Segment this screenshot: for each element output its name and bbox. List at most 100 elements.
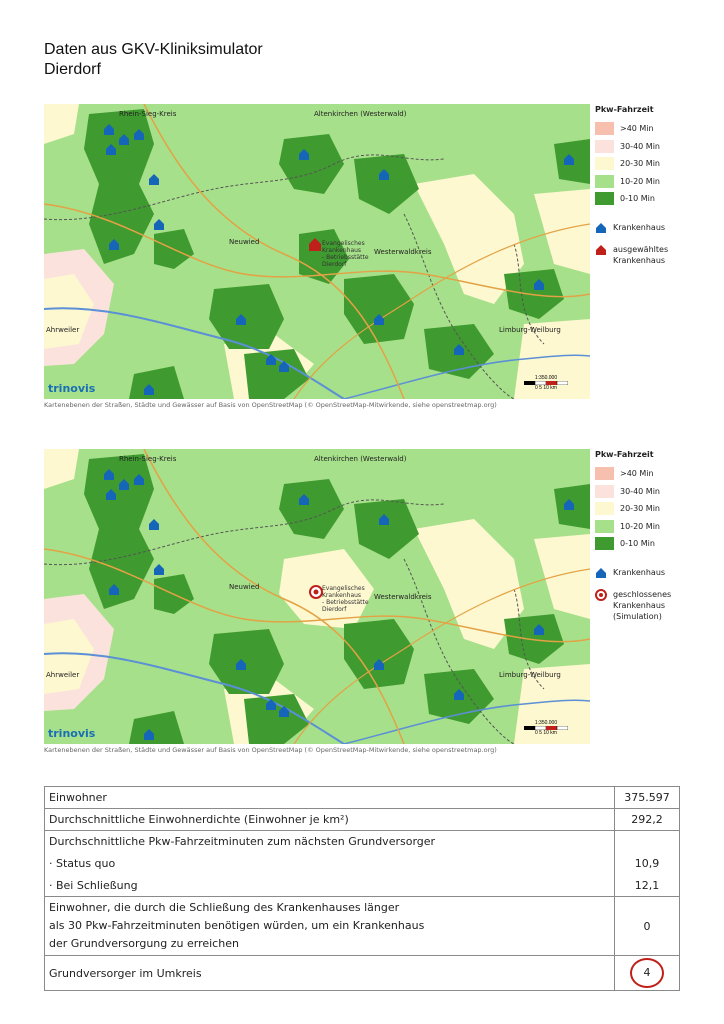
selected-hospital-icon: [596, 244, 606, 255]
legend-hospital-label: Krankenhaus: [613, 567, 666, 577]
closed-hospital-icon: [595, 588, 607, 601]
table-row: · Bei Schließung 12,1: [44, 874, 680, 897]
hospital-icon: [596, 222, 606, 233]
svg-text:Krankenhaus: Krankenhaus: [322, 247, 361, 254]
svg-text:Limburg-Weilburg: Limburg-Weilburg: [499, 326, 561, 334]
legend-swatch: [595, 484, 614, 498]
legend-swatch: [595, 139, 614, 153]
legend-row: 20-30 Min: [595, 155, 720, 173]
table-row: Grundversorger im Umkreis 4: [44, 955, 680, 991]
svg-text:Krankenhaus: Krankenhaus: [322, 592, 361, 599]
closure-label: · Bei Schließung: [44, 874, 615, 897]
legend-hospital-label: Krankenhaus: [613, 222, 666, 232]
legend-label: 20-30 Min: [620, 504, 660, 514]
legend-row: 20-30 Min: [595, 500, 720, 518]
svg-text:Altenkirchen (Westerwald): Altenkirchen (Westerwald): [314, 110, 407, 118]
title-line-2: Dierdorf: [44, 61, 101, 78]
svg-text:Neuwied: Neuwied: [229, 583, 259, 591]
radius-value-cell: 4: [614, 955, 680, 991]
legend-title: Pkw-Fahrzeit: [595, 450, 654, 459]
legend-swatch: [595, 192, 614, 206]
legend-row: 10-20 Min: [595, 518, 720, 536]
page-title: Daten aus GKV-Kliniksimulator Dierdorf: [44, 40, 263, 80]
legend-row: 10-20 Min: [595, 173, 720, 191]
trinovis-logo: trinovis: [48, 727, 96, 740]
density-label: Durchschnittliche Einwohnerdichte (Einwo…: [44, 808, 615, 831]
svg-text:Neuwied: Neuwied: [229, 238, 259, 246]
table-row: · Status quo 10,9: [44, 852, 680, 875]
scale-ticks: 0 5 10 km: [535, 385, 557, 391]
hospital-icon: [596, 567, 606, 578]
map-credit-2: Kartenebenen der Straßen, Städte und Gew…: [44, 746, 497, 754]
svg-text:- Betriebsstätte: - Betriebsstätte: [322, 599, 369, 606]
legend-label: 30-40 Min: [620, 141, 660, 151]
longer-travel-line-3: der Grundversorgung zu erreichen: [49, 937, 239, 950]
legend-row: 30-40 Min: [595, 138, 720, 156]
radius-label: Grundversorger im Umkreis: [44, 955, 615, 991]
status-quo-label: · Status quo: [44, 852, 615, 875]
svg-text:Dierdorf: Dierdorf: [322, 261, 347, 268]
drive-time-value-empty: [614, 830, 680, 853]
legend-swatch: [595, 502, 614, 516]
legend-label: 30-40 Min: [620, 486, 660, 496]
legend-label: >40 Min: [620, 124, 654, 134]
table-row: Durchschnittliche Pkw-Fahrzeitminuten zu…: [44, 830, 680, 853]
scale-bar: 1:350.000 0 5 10 km: [524, 375, 568, 391]
legend-row: 0-10 Min: [595, 190, 720, 208]
scale-bar: 1:350.000 0 5 10 km: [524, 720, 568, 736]
legend-row: >40 Min: [595, 120, 720, 138]
svg-text:Ahrweiler: Ahrweiler: [46, 671, 79, 679]
closure-value: 12,1: [614, 874, 680, 897]
svg-text:Rhein-Sieg-Kreis: Rhein-Sieg-Kreis: [119, 110, 177, 118]
legend-selected-label: ausgewähltes Krankenhaus: [613, 244, 669, 265]
svg-text:- Betriebsstätte: - Betriebsstätte: [322, 254, 369, 261]
svg-text:Altenkirchen (Westerwald): Altenkirchen (Westerwald): [314, 455, 407, 463]
legend-hospital: Krankenhaus: [595, 222, 720, 234]
legend-map-1: Pkw-Fahrzeit >40 Min 30-40 Min 20-30 Min…: [595, 105, 720, 266]
svg-text:Evangelisches: Evangelisches: [322, 585, 365, 592]
legend-label: 20-30 Min: [620, 159, 660, 169]
radius-value: 4: [630, 958, 664, 988]
legend-closed-label: geschlossenes Krankenhaus (Simulation): [613, 589, 672, 621]
legend-label: 10-20 Min: [620, 521, 660, 531]
legend-swatch: [595, 174, 614, 188]
legend-hospital: Krankenhaus: [595, 567, 720, 579]
map-status-quo[interactable]: Rhein-Sieg-Kreis Altenkirchen (Westerwal…: [44, 104, 590, 399]
legend-row: 30-40 Min: [595, 483, 720, 501]
legend-label: >40 Min: [620, 469, 654, 479]
legend-map-2: Pkw-Fahrzeit >40 Min 30-40 Min 20-30 Min…: [595, 450, 720, 622]
drive-time-label: Durchschnittliche Pkw-Fahrzeitminuten zu…: [44, 830, 615, 853]
longer-travel-label: Einwohner, die durch die Schließung des …: [44, 896, 615, 956]
map-svg-closure: Rhein-Sieg-Kreis Altenkirchen (Westerwal…: [44, 449, 590, 744]
legend-swatch: [595, 157, 614, 171]
residents-label: Einwohner: [44, 786, 615, 809]
map-closure-simulation[interactable]: Rhein-Sieg-Kreis Altenkirchen (Westerwal…: [44, 449, 590, 744]
legend-swatch: [595, 519, 614, 533]
status-quo-value: 10,9: [614, 852, 680, 875]
legend-swatch: [595, 467, 614, 481]
scale-ticks: 0 5 10 km: [535, 730, 557, 736]
legend-row: >40 Min: [595, 465, 720, 483]
map-svg-status-quo: Rhein-Sieg-Kreis Altenkirchen (Westerwal…: [44, 104, 590, 399]
legend-row: 0-10 Min: [595, 535, 720, 553]
table-row: Einwohner 375.597: [44, 786, 680, 809]
map-credit-1: Kartenebenen der Straßen, Städte und Gew…: [44, 401, 497, 409]
legend-label: 0-10 Min: [620, 194, 655, 204]
svg-text:Dierdorf: Dierdorf: [322, 606, 347, 613]
statistics-table: Einwohner 375.597 Durchschnittliche Einw…: [44, 786, 680, 991]
svg-text:Westerwaldkreis: Westerwaldkreis: [374, 593, 432, 601]
svg-text:Limburg-Weilburg: Limburg-Weilburg: [499, 671, 561, 679]
legend-selected: ausgewähltes Krankenhaus: [595, 244, 720, 266]
table-row: Einwohner, die durch die Schließung des …: [44, 896, 680, 956]
legend-label: 0-10 Min: [620, 539, 655, 549]
legend-label: 10-20 Min: [620, 176, 660, 186]
title-line-1: Daten aus GKV-Kliniksimulator: [44, 41, 263, 58]
longer-travel-value: 0: [614, 896, 680, 956]
legend-title: Pkw-Fahrzeit: [595, 105, 654, 114]
legend-closed: geschlossenes Krankenhaus (Simulation): [595, 588, 720, 622]
table-row: Durchschnittliche Einwohnerdichte (Einwo…: [44, 808, 680, 831]
longer-travel-line-1: Einwohner, die durch die Schließung des …: [49, 901, 400, 914]
longer-travel-line-2: als 30 Pkw-Fahrzeitminuten benötigen wür…: [49, 919, 425, 932]
svg-text:Evangelisches: Evangelisches: [322, 240, 365, 247]
legend-swatch: [595, 122, 614, 136]
